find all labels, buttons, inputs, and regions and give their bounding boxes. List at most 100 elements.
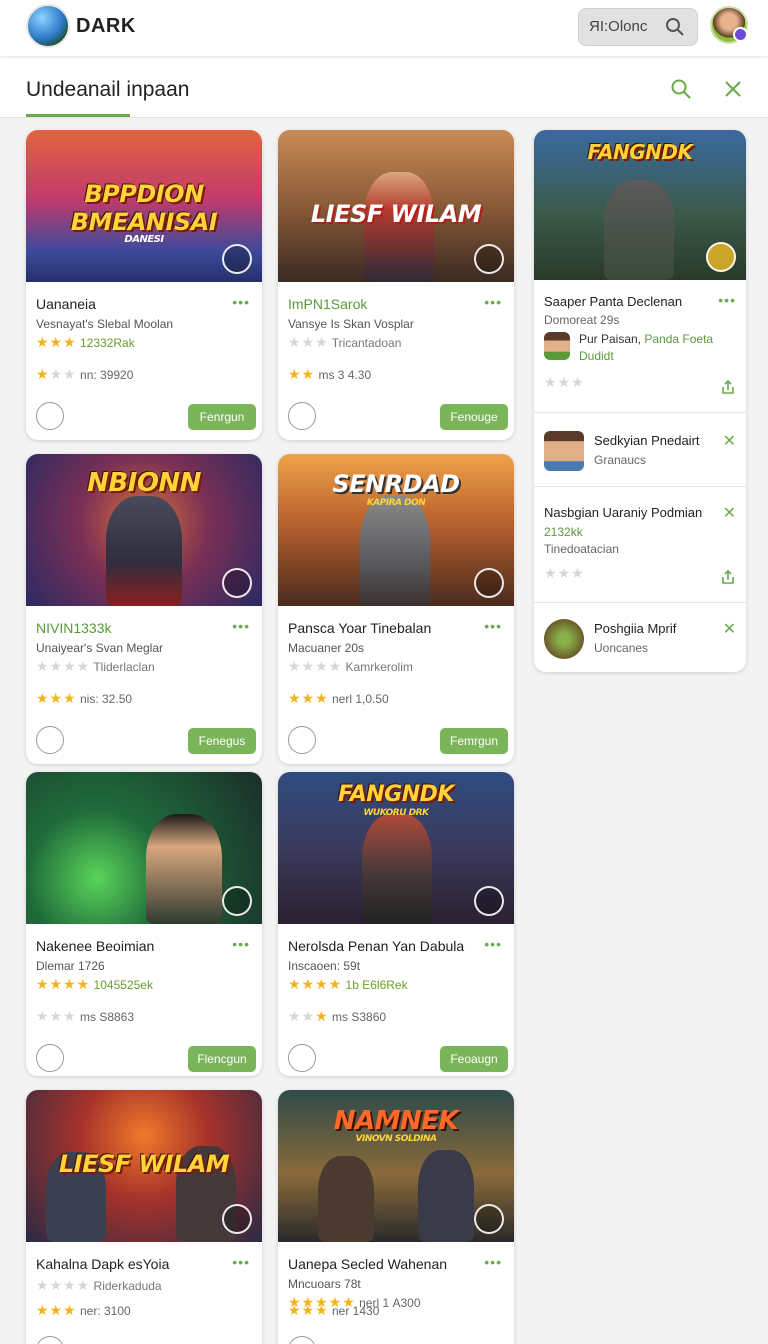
clock-icon[interactable] bbox=[36, 1336, 64, 1344]
game-card[interactable]: FANGNDK WUKORU DRK Nerolsda Penan Yan Da… bbox=[278, 772, 514, 1076]
more-options-icon[interactable]: ••• bbox=[232, 1254, 250, 1270]
play-button[interactable]: Flencgun bbox=[188, 1046, 256, 1072]
game-thumbnail[interactable]: SENRDAD KAPIRA DON bbox=[278, 454, 514, 606]
search-box[interactable]: ЯI:Olonc bbox=[578, 8, 698, 46]
app-logo[interactable] bbox=[26, 4, 70, 48]
play-badge-icon[interactable] bbox=[222, 568, 252, 598]
clock-icon[interactable] bbox=[288, 726, 316, 754]
play-badge-icon[interactable] bbox=[474, 1204, 504, 1234]
game-thumbnail[interactable]: NAMNEK VINOVN SOLDINA bbox=[278, 1090, 514, 1242]
close-icon[interactable]: ✕ bbox=[723, 619, 736, 639]
side-list-item[interactable]: Nasbgian Uaraniy Podmian 2132kk Tinedoat… bbox=[534, 486, 746, 602]
clock-icon[interactable] bbox=[288, 1044, 316, 1072]
search-icon[interactable] bbox=[665, 17, 685, 37]
rating-row: ★★★★ Tliderlaclan bbox=[36, 658, 155, 674]
stat-row: ★★★ nn: 39920 bbox=[36, 366, 134, 382]
more-options-icon[interactable]: ••• bbox=[232, 618, 250, 634]
rating-row: ★★★ Tricantadoan bbox=[288, 334, 402, 350]
hero-figure bbox=[106, 496, 182, 606]
more-options-icon[interactable]: ••• bbox=[484, 1254, 502, 1270]
game-card[interactable]: Nakenee Beoimian ••• Dlemar 1726 ★★★★ 10… bbox=[26, 772, 262, 1076]
hero-figure bbox=[360, 496, 430, 606]
author-row: Pur Paisan, Panda Foeta bbox=[579, 332, 714, 346]
more-options-icon[interactable]: ••• bbox=[484, 294, 502, 310]
game-card[interactable]: NBIONN NIVIN1333k ••• Unaiyear's Svan Me… bbox=[26, 454, 262, 764]
more-options-icon[interactable]: ••• bbox=[484, 936, 502, 952]
play-badge-icon[interactable] bbox=[474, 244, 504, 274]
play-badge-icon[interactable] bbox=[222, 1204, 252, 1234]
play-badge-icon[interactable] bbox=[474, 568, 504, 598]
featured-thumbnail[interactable]: FANGNDK bbox=[534, 130, 746, 280]
game-thumbnail[interactable]: FANGNDK WUKORU DRK bbox=[278, 772, 514, 924]
rating-row: ★★★★ 1045525ek bbox=[36, 976, 153, 992]
side-panel: FANGNDK Saaper Panta Declenan ••• Domore… bbox=[534, 130, 746, 672]
stat-row: ★★★ ner: 3100 bbox=[36, 1302, 131, 1318]
game-title: ImPN1Sarok bbox=[288, 296, 368, 312]
more-options-icon[interactable]: ••• bbox=[232, 294, 250, 310]
close-icon[interactable]: ✕ bbox=[723, 503, 736, 523]
art-title: NAMNEK bbox=[333, 1106, 459, 1136]
clock-icon[interactable] bbox=[36, 726, 64, 754]
game-card[interactable]: BPPDION BMEANISAI DANESI Uananeia ••• Ve… bbox=[26, 130, 262, 440]
side-list-item[interactable]: Poshgiia Mprif Uoncanes ✕ bbox=[534, 602, 746, 672]
game-card[interactable]: LIESF WILAM Kahalna Dapk esYoia ••• ★★★★… bbox=[26, 1090, 262, 1344]
item-sub: Uoncanes bbox=[594, 641, 649, 655]
game-card[interactable]: LIESF WILAM ImPN1Sarok ••• Vansye Is Ska… bbox=[278, 130, 514, 440]
item-title: Poshgiia Mprif bbox=[594, 621, 677, 636]
game-subtitle: Vesnayat's Slebal Moolan bbox=[36, 317, 174, 331]
rating-text: 1b E6l6Rek bbox=[345, 978, 408, 992]
more-options-icon[interactable]: ••• bbox=[232, 936, 250, 952]
play-badge-icon[interactable] bbox=[222, 244, 252, 274]
game-title: Kahalna Dapk esYoia bbox=[36, 1256, 170, 1272]
rating-row: ★★★★ 1b E6l6Rek bbox=[288, 976, 408, 992]
play-badge-icon[interactable] bbox=[474, 886, 504, 916]
game-thumbnail[interactable]: NBIONN bbox=[26, 454, 262, 606]
author-avatar[interactable] bbox=[544, 332, 570, 360]
stat-text: nn: 39920 bbox=[80, 368, 134, 382]
side-list-item[interactable]: Sedkyian Pnedairt Granaucs ✕ bbox=[534, 412, 746, 486]
more-options-icon[interactable]: ••• bbox=[718, 292, 736, 308]
game-title: Pansca Yoar Tinebalan bbox=[288, 620, 432, 636]
game-thumbnail[interactable]: LIESF WILAM bbox=[26, 1090, 262, 1242]
search-icon[interactable] bbox=[670, 78, 692, 100]
rating-row: ★★★ 12332Rak bbox=[36, 334, 135, 350]
item-sub: Granaucs bbox=[594, 453, 647, 467]
game-thumbnail[interactable] bbox=[26, 772, 262, 924]
play-badge-icon[interactable] bbox=[222, 886, 252, 916]
stat-text: ms S8863 bbox=[80, 1010, 135, 1024]
author-link[interactable]: Panda Foeta bbox=[644, 332, 713, 346]
clock-icon[interactable] bbox=[36, 402, 64, 430]
active-tab-indicator bbox=[26, 114, 130, 117]
game-title: NIVIN1333k bbox=[36, 620, 112, 636]
art-title: LIESF WILAM bbox=[310, 200, 482, 228]
game-title: Uanepa Secled Wahenan bbox=[288, 1256, 448, 1272]
game-thumbnail[interactable]: LIESF WILAM bbox=[278, 130, 514, 282]
play-button[interactable]: Fenouge bbox=[440, 404, 508, 430]
game-subtitle: Inscaoen: 59t bbox=[288, 959, 361, 973]
featured-stars: ★★★ bbox=[544, 374, 585, 390]
clock-icon[interactable] bbox=[288, 1336, 316, 1344]
game-card[interactable]: SENRDAD KAPIRA DON Pansca Yoar Tinebalan… bbox=[278, 454, 514, 764]
clock-icon[interactable] bbox=[288, 402, 316, 430]
art-title: FANGNDK bbox=[587, 140, 693, 164]
play-button[interactable]: Fenegus bbox=[188, 728, 256, 754]
sub-header: Undeanail inpaan bbox=[0, 56, 768, 118]
search-input-value[interactable]: ЯI:Olonc bbox=[589, 18, 647, 35]
stat-row: ★★★ ms S3860 bbox=[288, 1008, 387, 1024]
play-button[interactable]: Feoaugn bbox=[440, 1046, 508, 1072]
user-avatar[interactable] bbox=[710, 6, 748, 44]
brand-name: DARK bbox=[76, 15, 136, 37]
close-icon[interactable] bbox=[722, 78, 744, 100]
game-thumbnail[interactable]: BPPDION BMEANISAI DANESI bbox=[26, 130, 262, 282]
more-options-icon[interactable]: ••• bbox=[484, 618, 502, 634]
share-icon[interactable] bbox=[720, 379, 736, 395]
play-button[interactable]: Fenrgun bbox=[188, 404, 256, 430]
author-sub: Dudidt bbox=[579, 349, 614, 363]
play-button[interactable]: Femrgun bbox=[440, 728, 508, 754]
game-card[interactable]: NAMNEK VINOVN SOLDINA Uanepa Secled Wahe… bbox=[278, 1090, 514, 1344]
clock-icon[interactable] bbox=[36, 1044, 64, 1072]
page-title: Undeanail inpaan bbox=[26, 78, 190, 101]
close-icon[interactable]: ✕ bbox=[723, 431, 736, 451]
play-badge-icon[interactable] bbox=[706, 242, 736, 272]
share-icon[interactable] bbox=[720, 569, 736, 585]
